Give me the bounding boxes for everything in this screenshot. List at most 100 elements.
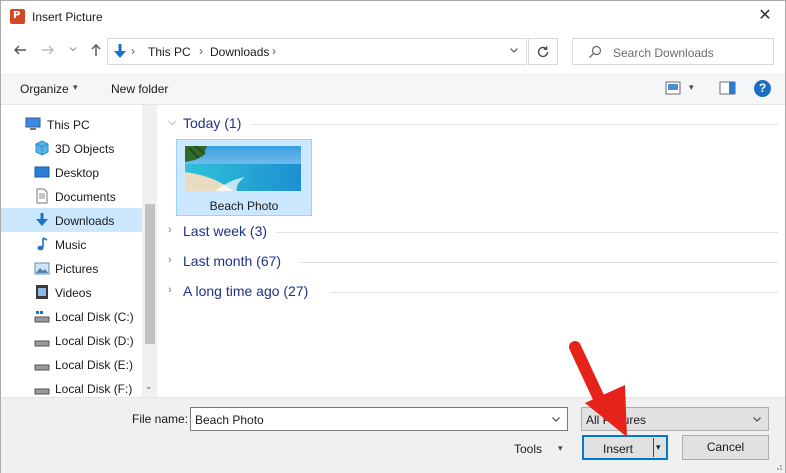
sidebar-item-label: Videos (55, 286, 92, 300)
insert-button[interactable]: Insert ▾ (582, 435, 668, 460)
sidebar-item-local-disk-f[interactable]: Local Disk (F:) (1, 376, 142, 397)
sidebar-item-this-pc[interactable]: This PC (1, 112, 142, 136)
sidebar-item-3d-objects[interactable]: 3D Objects (1, 136, 142, 160)
cube-icon (35, 140, 49, 156)
forward-button[interactable] (39, 42, 57, 60)
insert-split-divider (653, 438, 654, 457)
insert-options-caret-icon[interactable]: ▾ (656, 442, 661, 453)
download-icon (114, 44, 126, 58)
address-bar[interactable]: › This PC › Downloads › (107, 38, 527, 65)
close-button[interactable]: ✕ (755, 6, 775, 26)
arrow-right-icon (42, 45, 54, 55)
breadcrumb-separator[interactable]: › (272, 44, 276, 58)
sidebar-item-documents[interactable]: Documents (1, 184, 142, 208)
tools-button[interactable]: Tools (514, 442, 542, 456)
refresh-button[interactable] (528, 38, 558, 65)
address-dropdown-button[interactable] (508, 44, 520, 59)
file-tile-beach-photo[interactable]: Beach Photo (176, 139, 312, 216)
view-caret-icon[interactable]: ▾ (689, 82, 694, 93)
group-header-label: A long time ago (27) (183, 283, 309, 299)
sidebar-item-videos[interactable]: Videos (1, 280, 142, 304)
sidebar-item-music[interactable]: Music (1, 232, 142, 256)
sidebar-item-label: Local Disk (C:) (55, 310, 134, 324)
sidebar-scrollbar-thumb[interactable] (145, 204, 155, 344)
download-icon (36, 213, 48, 226)
sidebar-item-downloads[interactable]: Downloads (1, 208, 142, 232)
group-today[interactable]: ⌵ Today (1) (164, 112, 778, 136)
group-divider (276, 232, 778, 233)
file-name-field-label: File name: (132, 412, 189, 426)
view-options-icon[interactable] (665, 81, 681, 95)
scroll-down-icon[interactable]: ⌄ (145, 381, 153, 392)
group-divider (252, 124, 778, 125)
breadcrumb-separator[interactable]: › (199, 44, 203, 58)
drive-icon (34, 311, 50, 323)
group-header-label: Today (1) (183, 115, 242, 131)
group-header-label: Last month (67) (183, 253, 282, 269)
file-name-label: Beach Photo (209, 199, 279, 213)
help-icon[interactable]: ? (754, 80, 771, 97)
address-row: › This PC › Downloads › Search Downloads (1, 32, 785, 70)
group-divider (330, 292, 778, 293)
breadcrumb-downloads[interactable]: Downloads (210, 45, 269, 59)
window-title: Insert Picture (32, 10, 103, 24)
chevron-down-icon (753, 417, 761, 422)
group-last-month[interactable]: › Last month (67) (164, 250, 778, 274)
preview-pane-icon[interactable] (719, 81, 736, 95)
chevron-down-icon (552, 417, 560, 422)
chevron-down-icon[interactable]: ⌵ (168, 116, 176, 129)
sidebar-item-local-disk-c[interactable]: Local Disk (C:) (1, 304, 142, 328)
video-icon (36, 285, 48, 299)
sidebar-item-label: Music (55, 238, 87, 252)
desktop-icon (34, 166, 50, 178)
group-divider (300, 262, 778, 263)
breadcrumb-this-pc[interactable]: This PC (148, 45, 191, 59)
arrow-up-icon (91, 44, 101, 56)
file-type-value: All Pictures (586, 413, 647, 427)
organize-caret-icon[interactable]: ▾ (73, 82, 78, 93)
resize-grip-icon[interactable] (773, 461, 783, 471)
up-button[interactable] (87, 42, 105, 60)
drive-icon (34, 340, 50, 347)
file-name-dropdown-icon[interactable] (550, 413, 562, 427)
back-button[interactable] (11, 42, 29, 60)
search-input[interactable]: Search Downloads (572, 38, 774, 65)
sidebar-scrollbar[interactable]: ⌄ (142, 105, 157, 397)
chevron-right-icon[interactable]: › (168, 284, 172, 296)
sidebar-item-local-disk-d[interactable]: Local Disk (D:) (1, 328, 142, 352)
file-name-input[interactable]: Beach Photo (190, 407, 568, 431)
arrow-left-icon (14, 45, 26, 55)
recent-locations-button[interactable] (64, 42, 82, 60)
drive-icon (34, 364, 50, 371)
computer-icon (25, 117, 41, 130)
chevron-down-icon (510, 48, 518, 53)
insert-button-label: Insert (602, 442, 633, 456)
cancel-button[interactable]: Cancel (682, 435, 769, 460)
powerpoint-app-icon (10, 9, 25, 24)
chevron-right-icon[interactable]: › (168, 224, 172, 236)
sidebar-item-label: Local Disk (D:) (55, 334, 134, 348)
sidebar-item-local-disk-e[interactable]: Local Disk (E:) (1, 352, 142, 376)
search-placeholder: Search Downloads (613, 46, 714, 60)
group-last-week[interactable]: › Last week (3) (164, 220, 778, 244)
group-header-label: Last week (3) (183, 223, 268, 239)
file-name-value: Beach Photo (195, 413, 264, 427)
sidebar-item-label: Desktop (55, 166, 100, 180)
sidebar-item-pictures[interactable]: Pictures (1, 256, 142, 280)
sidebar-item-desktop[interactable]: Desktop (1, 160, 142, 184)
title-bar: Insert Picture ✕ (1, 1, 785, 32)
dialog-footer: File name: Beach Photo All Pictures Tool… (1, 397, 785, 473)
sidebar-item-label: This PC (47, 118, 90, 132)
file-type-dropdown-icon[interactable] (751, 413, 763, 427)
beach-photo-thumbnail (185, 146, 301, 191)
file-type-select[interactable]: All Pictures (581, 407, 769, 431)
chevron-right-icon[interactable]: › (168, 254, 172, 266)
organize-button[interactable]: Organize (20, 82, 69, 96)
group-a-long-time-ago[interactable]: › A long time ago (27) (164, 280, 778, 304)
command-toolbar: Organize ▾ New folder ▾ ? (1, 73, 785, 105)
drive-icon (34, 388, 50, 395)
sidebar-item-label: Pictures (55, 262, 99, 276)
navigation-pane: This PC 3D Objects Desktop Documents Dow… (1, 105, 157, 397)
tools-caret-icon[interactable]: ▾ (558, 443, 563, 454)
new-folder-button[interactable]: New folder (111, 82, 168, 96)
